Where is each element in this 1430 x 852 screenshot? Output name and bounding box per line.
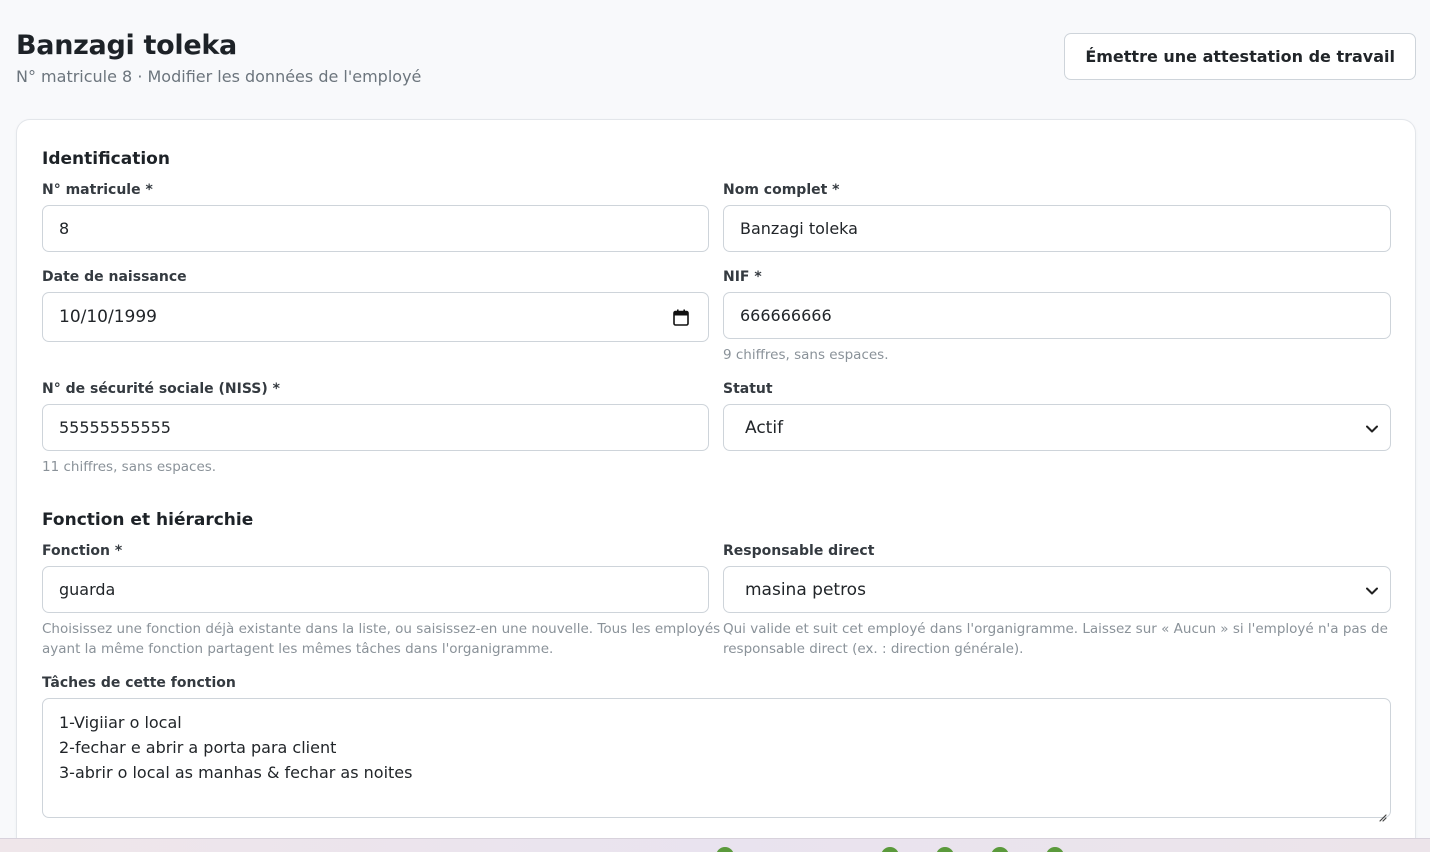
taskbar-app-icon[interactable] [936, 847, 954, 852]
taches-label: Tâches de cette fonction [42, 675, 236, 691]
responsable-hint-line: Qui valide et suit cet employé dans l'or… [723, 621, 1388, 637]
responsable-value: masina petros [745, 579, 866, 600]
page-subtitle: N° matricule 8 · Modifier les données de… [16, 67, 422, 86]
fonction-input[interactable]: guarda [42, 566, 709, 613]
taskbar-app-icon[interactable] [991, 847, 1009, 852]
matricule-input[interactable]: 8 [42, 205, 709, 252]
niss-value: 55555555555 [59, 418, 171, 437]
calendar-icon[interactable] [672, 308, 690, 326]
fonction-hint-line: Choisissez une fonction déjà existante d… [42, 621, 721, 637]
resize-handle-icon[interactable] [1377, 804, 1387, 822]
responsable-hint: Qui valide et suit cet employé dans l'or… [723, 619, 1388, 659]
issue-work-certificate-button[interactable]: Émettre une attestation de travail [1064, 33, 1416, 80]
taches-line: 1-Vigiiar o local [59, 713, 182, 732]
chevron-down-icon [1366, 418, 1378, 438]
matricule-value: 8 [59, 219, 70, 238]
date-naissance-label: Date de naissance [42, 269, 187, 285]
section-title-fonction: Fonction et hiérarchie [42, 510, 254, 530]
nif-label: NIF * [723, 269, 762, 285]
statut-label: Statut [723, 381, 773, 397]
matricule-label: N° matricule * [42, 182, 153, 198]
employee-form-card: Identification N° matricule * 8 Nom comp… [16, 119, 1416, 852]
niss-input[interactable]: 55555555555 [42, 404, 709, 451]
niss-label: N° de sécurité sociale (NISS) * [42, 381, 280, 397]
fonction-hint-line: ayant la même fonction partagent les mêm… [42, 641, 554, 657]
chevron-down-icon [1366, 580, 1378, 600]
title-block: Banzagi toleka N° matricule 8 · Modifier… [16, 30, 421, 86]
statut-value: Actif [745, 417, 784, 438]
page-header: Banzagi toleka N° matricule 8 · Modifier… [16, 30, 1416, 86]
nif-input[interactable]: 666666666 [723, 292, 1391, 339]
taches-line: 2-fechar e abrir a porta para client [59, 738, 337, 757]
nif-hint: 9 chiffres, sans espaces. [723, 347, 889, 363]
responsable-select[interactable]: masina petros [723, 566, 1391, 613]
taches-line: 3-abrir o local as manhas & fechar as no… [59, 763, 413, 782]
page-title: Banzagi toleka [16, 30, 237, 61]
taskbar-app-icon[interactable] [716, 847, 734, 852]
fonction-label: Fonction * [42, 543, 123, 559]
nom-complet-input[interactable]: Banzagi toleka [723, 205, 1391, 252]
niss-hint: 11 chiffres, sans espaces. [42, 459, 217, 475]
nom-complet-label: Nom complet * [723, 182, 840, 198]
nif-value: 666666666 [740, 306, 832, 325]
section-title-identification: Identification [42, 149, 170, 169]
date-naissance-input[interactable]: 10/10/1999 [42, 292, 709, 342]
taskbar-strip [0, 838, 1430, 852]
fonction-value: guarda [59, 580, 116, 599]
taskbar-app-icon[interactable] [881, 847, 899, 852]
responsable-label: Responsable direct [723, 543, 875, 559]
fonction-hint: Choisissez une fonction déjà existante d… [42, 619, 720, 659]
taches-textarea[interactable]: 1-Vigiiar o local 2-fechar e abrir a por… [42, 698, 1391, 822]
statut-select[interactable]: Actif [723, 404, 1391, 451]
taskbar-app-icon[interactable] [1046, 847, 1064, 852]
date-naissance-value: 10/10/1999 [59, 307, 157, 327]
responsable-hint-line: responsable direct (ex. : direction géné… [723, 641, 1024, 657]
nom-complet-value: Banzagi toleka [740, 219, 858, 238]
